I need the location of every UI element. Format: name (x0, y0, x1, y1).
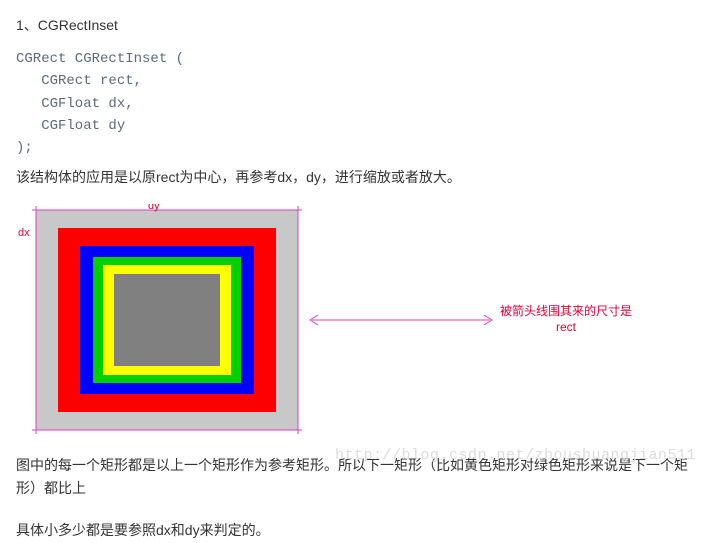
dy-label: dy (148, 204, 160, 212)
arrow-caption: 被箭头线围其来的尺寸是 rect (500, 304, 632, 335)
arrow-icon (306, 310, 496, 330)
paragraph-1: 图中的每一个矩形都是以上一个矩形作为参考矩形。所以下一矩形（比如黄色矩形对绿色矩… (16, 454, 700, 502)
arrow-caption-line1: 被箭头线围其来的尺寸是 (500, 304, 632, 320)
arrow-caption-line2: rect (500, 320, 632, 336)
diagram-row: dy dx 被箭头线围其来的尺寸是 rect (16, 204, 700, 436)
arrow-annotation: 被箭头线围其来的尺寸是 rect (306, 304, 632, 335)
description-text: 该结构体的应用是以原rect为中心，再参考dx，dy，进行缩放或者放大。 (16, 166, 700, 190)
section-heading: 1、CGRectInset (16, 14, 700, 38)
paragraph-2: 具体小多少都是要参照dx和dy来判定的。 (16, 519, 700, 543)
dx-label: dx (18, 227, 30, 239)
inset-diagram: dy dx (16, 204, 306, 436)
code-block: CGRect CGRectInset ( CGRect rect, CGFloa… (16, 48, 700, 160)
